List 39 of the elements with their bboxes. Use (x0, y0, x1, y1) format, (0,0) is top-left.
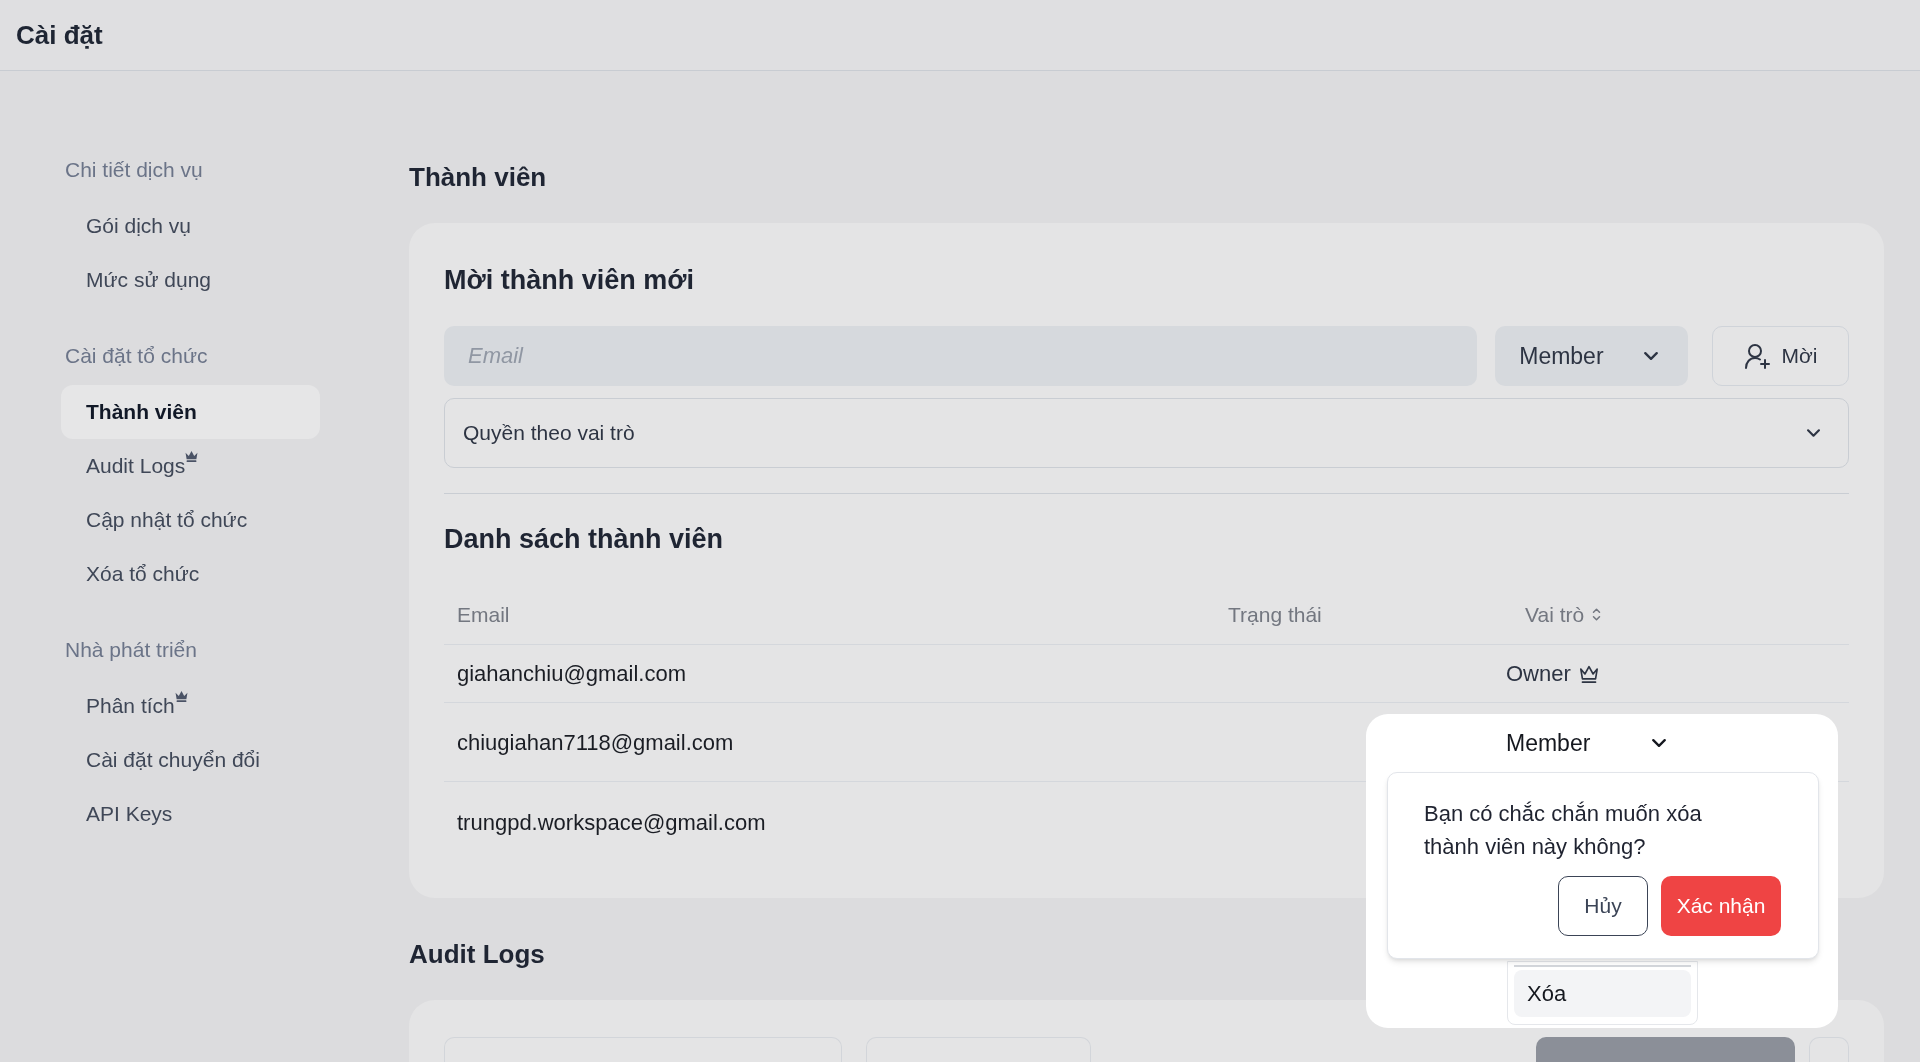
card-heading: Mời thành viên mới (444, 263, 694, 297)
column-header: Vai trò (1525, 601, 1585, 628)
sidebar-section-label: Chi tiết dịch vụ (65, 157, 203, 184)
filled-button[interactable] (1536, 1037, 1795, 1062)
sidebar-item[interactable]: Cập nhật tổ chức (61, 493, 320, 547)
permissions-select[interactable]: Quyền theo vai trò (444, 398, 1849, 468)
email-field[interactable]: Email (444, 326, 1478, 386)
sidebar-item[interactable]: Xóa tổ chức (61, 547, 320, 601)
sidebar-section-label: Cài đặt tổ chức (65, 343, 208, 370)
member-email: giahanchiu@gmail.com (457, 661, 686, 686)
role-select[interactable]: Member (1495, 326, 1689, 386)
menu-item[interactable]: Xóa (1514, 970, 1691, 1017)
sidebar-item[interactable]: Phân tích (61, 679, 320, 733)
invite-button[interactable]: Mời (1712, 326, 1849, 386)
sidebar-section-label: Nhà phát triển (65, 637, 197, 664)
card-heading: Danh sách thành viên (444, 522, 724, 556)
section-heading: Audit Logs (409, 937, 545, 971)
confirm-message: Bạn có chắc chắn muốn xóa thành viên này không? (1424, 800, 1703, 861)
chevron-down-icon (1644, 352, 1659, 360)
sidebar-item[interactable]: API Keys (61, 787, 320, 841)
column-header: Email (457, 601, 510, 628)
chevron-down-icon (1652, 739, 1666, 747)
cancel-button[interactable]: Hủy (1558, 876, 1648, 936)
sidebar-item[interactable]: Gói dịch vụ (61, 199, 320, 253)
crown-icon (1578, 664, 1599, 683)
page-title: Cài đặt (16, 18, 103, 52)
member-role: Owner (1506, 660, 1571, 688)
role-select[interactable]: Member (1506, 723, 1666, 763)
sidebar-item[interactable]: Thành viên (61, 385, 320, 439)
section-heading: Thành viên (409, 160, 547, 194)
sidebar-item[interactable]: Audit Logs (61, 439, 320, 493)
user-plus-icon (1743, 343, 1770, 369)
member-email: chiugiahan7118@gmail.com (457, 729, 734, 755)
confirm-button[interactable]: Xác nhận (1661, 876, 1781, 936)
sidebar-item[interactable]: Cài đặt chuyển đổi (61, 733, 320, 787)
chevron-down-icon (1807, 429, 1820, 437)
column-header: Trạng thái (1228, 601, 1322, 628)
sidebar-item[interactable]: Mức sử dụng (61, 253, 320, 307)
member-email: trungpd.workspace@gmail.com (457, 809, 766, 835)
